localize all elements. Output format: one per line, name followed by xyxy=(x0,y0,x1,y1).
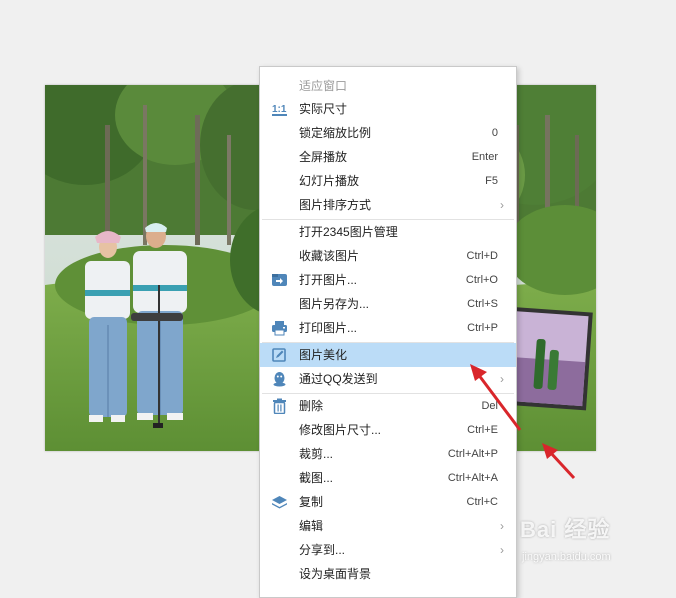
menu-item-label: 复制 xyxy=(299,495,324,509)
context-menu: 适应窗口 1:1 实际尺寸 锁定缩放比例 0 全屏播放 Enter 幻灯片播放 … xyxy=(259,66,517,598)
menu-item-slideshow[interactable]: 幻灯片播放 F5 xyxy=(260,169,516,193)
printer-icon xyxy=(271,320,288,336)
menu-item-resize-image[interactable]: 修改图片尺寸... Ctrl+E xyxy=(260,418,516,442)
menu-item-fit-window[interactable]: 适应窗口 xyxy=(260,74,516,98)
svg-text:1:1: 1:1 xyxy=(272,104,287,115)
chevron-right-icon: › xyxy=(500,543,504,557)
menu-item-label: 图片美化 xyxy=(299,348,348,362)
shortcut-text: Enter xyxy=(471,151,498,163)
menu-item-crop[interactable]: 裁剪... Ctrl+Alt+P xyxy=(260,442,516,466)
menu-item-label: 图片排序方式 xyxy=(299,198,372,212)
open-folder-icon xyxy=(271,272,288,288)
shortcut-text: Ctrl+P xyxy=(467,322,498,334)
shortcut-text: Ctrl+Alt+P xyxy=(447,448,498,460)
menu-item-send-via-qq[interactable]: 通过QQ发送到 › xyxy=(260,367,516,391)
menu-item-delete[interactable]: 删除 Del xyxy=(260,394,516,418)
menu-item-label: 编辑 xyxy=(299,519,324,533)
copy-layers-icon xyxy=(271,494,288,510)
menu-item-label: 设为桌面背景 xyxy=(299,567,372,581)
shortcut-text: Ctrl+S xyxy=(467,298,498,310)
menu-item-label: 删除 xyxy=(299,399,324,413)
menu-item-label: 适应窗口 xyxy=(299,79,348,93)
menu-item-open-2345-manager[interactable]: 打开2345图片管理 xyxy=(260,220,516,244)
menu-item-label: 修改图片尺寸... xyxy=(299,423,382,437)
menu-item-label: 幻灯片播放 xyxy=(299,174,360,188)
menu-item-fullscreen[interactable]: 全屏播放 Enter xyxy=(260,145,516,169)
edit-image-icon xyxy=(271,347,288,363)
menu-item-label: 截图... xyxy=(299,471,334,485)
baidu-watermark-url: jingyan.baidu.com xyxy=(522,551,611,563)
menu-item-favorite[interactable]: 收藏该图片 Ctrl+D xyxy=(260,244,516,268)
shortcut-text: Ctrl+C xyxy=(466,496,498,508)
menu-item-label: 裁剪... xyxy=(299,447,334,461)
shortcut-text: 0 xyxy=(491,127,498,139)
menu-item-label: 图片另存为... xyxy=(299,297,370,311)
shortcut-text: Ctrl+E xyxy=(467,424,498,436)
shortcut-text: Ctrl+O xyxy=(465,274,498,286)
menu-item-edit[interactable]: 编辑 › xyxy=(260,514,516,538)
shortcut-text: Ctrl+D xyxy=(466,250,498,262)
menu-item-sort-order[interactable]: 图片排序方式 › xyxy=(260,193,516,217)
shortcut-text: F5 xyxy=(485,175,498,187)
menu-item-label: 打开2345图片管理 xyxy=(299,225,398,239)
menu-item-actual-size[interactable]: 1:1 实际尺寸 xyxy=(260,97,516,121)
menu-item-label: 分享到... xyxy=(299,543,346,557)
menu-item-open-image[interactable]: 打开图片... Ctrl+O xyxy=(260,268,516,292)
trash-icon xyxy=(271,398,288,415)
baidu-watermark: Bai 经验 xyxy=(520,517,611,542)
chevron-right-icon: › xyxy=(500,372,504,386)
menu-item-label: 收藏该图片 xyxy=(299,249,360,263)
shortcut-text: Ctrl+Alt+A xyxy=(447,472,498,484)
menu-item-label: 打开图片... xyxy=(299,273,358,287)
menu-item-save-as[interactable]: 图片另存为... Ctrl+S xyxy=(260,292,516,316)
menu-item-print[interactable]: 打印图片... Ctrl+P xyxy=(260,316,516,340)
menu-item-lock-zoom[interactable]: 锁定缩放比例 0 xyxy=(260,121,516,145)
shortcut-text: Del xyxy=(481,400,498,412)
menu-item-beautify-image[interactable]: 图片美化 xyxy=(260,343,516,367)
actual-size-icon: 1:1 xyxy=(271,101,288,117)
menu-item-screenshot[interactable]: 截图... Ctrl+Alt+A xyxy=(260,466,516,490)
qq-penguin-icon xyxy=(271,371,288,387)
menu-item-share[interactable]: 分享到... › xyxy=(260,538,516,562)
chevron-right-icon: › xyxy=(500,519,504,533)
red-arrow-icon xyxy=(548,450,576,480)
menu-item-label: 通过QQ发送到 xyxy=(299,372,378,386)
menu-item-label: 全屏播放 xyxy=(299,150,348,164)
menu-item-label: 实际尺寸 xyxy=(299,102,348,116)
menu-item-label: 锁定缩放比例 xyxy=(299,126,372,140)
menu-item-copy[interactable]: 复制 Ctrl+C xyxy=(260,490,516,514)
chevron-right-icon: › xyxy=(500,198,504,212)
menu-item-set-wallpaper[interactable]: 设为桌面背景 xyxy=(260,562,516,586)
menu-item-label: 打印图片... xyxy=(299,321,358,335)
